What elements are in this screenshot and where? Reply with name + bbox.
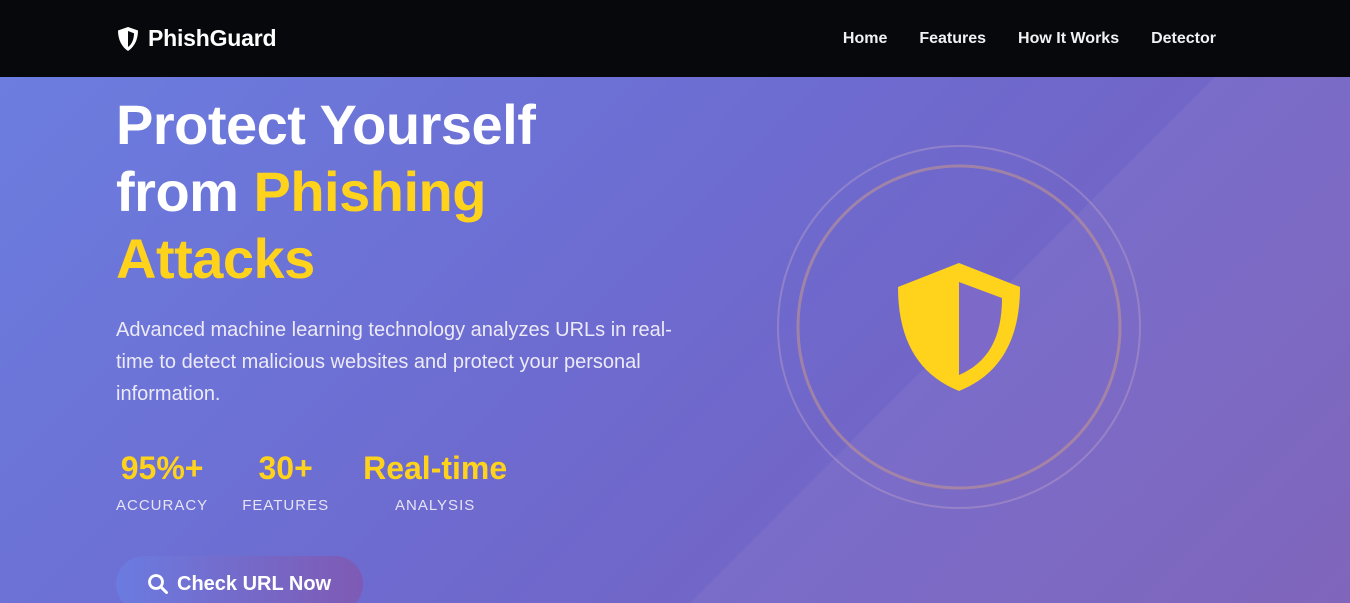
shield-icon — [118, 26, 138, 51]
hero-stats: 95%+ ACCURACY 30+ FEATURES Real-time ANA… — [116, 449, 541, 514]
stat-label: ACCURACY — [116, 497, 209, 514]
stat-features: 30+ FEATURES — [242, 449, 329, 514]
stat-analysis: Real-time ANALYSIS — [363, 449, 507, 514]
brand-logo[interactable]: PhishGuard — [116, 25, 277, 52]
hero-section: Protect Yourself from Phishing Attacks A… — [0, 77, 1350, 603]
hero-title-line2-prefix: from — [116, 160, 254, 223]
stat-label: FEATURES — [242, 497, 330, 514]
hero-title: Protect Yourself from Phishing Attacks — [116, 91, 676, 292]
hero-title-accent-phishing: Phishing — [253, 160, 487, 223]
check-url-button[interactable]: Check URL Now — [116, 556, 363, 603]
hero-description: Advanced machine learning technology ana… — [116, 319, 672, 405]
nav-link-home[interactable]: Home — [843, 30, 887, 48]
hero-title-line1: Protect Yourself — [116, 93, 536, 156]
stat-label: ANALYSIS — [394, 497, 476, 514]
nav-links: Home Features How It Works Detector — [843, 30, 1216, 48]
stat-value: 30+ — [258, 450, 313, 486]
hero-shield-illustration — [777, 145, 1141, 509]
top-navbar: PhishGuard Home Features How It Works De… — [0, 0, 1350, 77]
shield-icon — [898, 263, 1020, 391]
nav-link-features[interactable]: Features — [919, 30, 986, 48]
nav-link-detector[interactable]: Detector — [1151, 30, 1216, 48]
stat-value: 95%+ — [120, 450, 204, 486]
check-url-button-label: Check URL Now — [177, 572, 332, 595]
hero-title-accent-attacks: Attacks — [116, 227, 315, 290]
brand-name: PhishGuard — [148, 25, 277, 51]
search-icon — [148, 574, 168, 594]
nav-link-how-it-works[interactable]: How It Works — [1018, 30, 1119, 48]
stat-value: Real-time — [363, 450, 508, 486]
stat-accuracy: 95%+ ACCURACY — [116, 449, 208, 514]
